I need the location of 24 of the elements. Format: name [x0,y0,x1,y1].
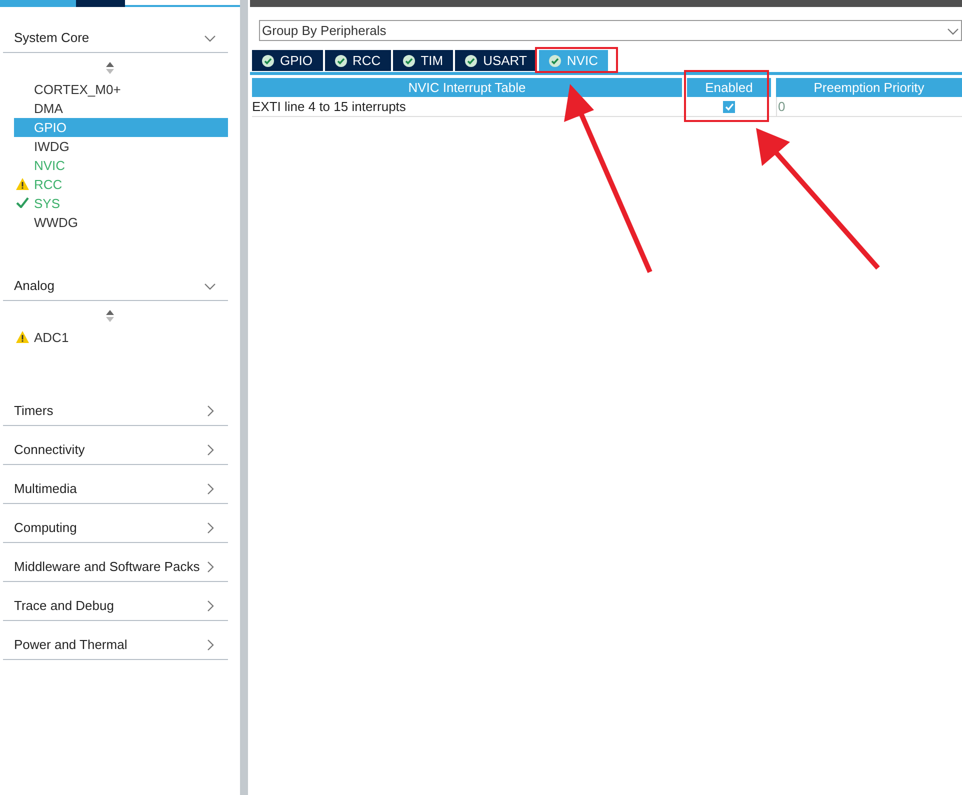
category-header[interactable]: Analog [3,262,228,301]
category-header[interactable]: Computing [3,504,228,543]
category-header[interactable]: Power and Thermal [3,621,228,660]
category-header[interactable]: Middleware and Software Packs [3,543,228,582]
category-header[interactable]: Trace and Debug [3,582,228,621]
peripheral-tab[interactable]: TIM [392,50,454,71]
column-header: Enabled [687,78,771,97]
column-header: Preemption Priority [776,78,962,97]
peripheral-item[interactable]: ADC1 [14,328,228,347]
peripheral-item[interactable]: IWDG [14,137,228,156]
category-header[interactable]: Multimedia [3,465,228,504]
peripheral-item[interactable]: CORTEX_M0+ [14,80,228,99]
column-header: NVIC Interrupt Table [252,78,682,97]
peripheral-item[interactable]: DMA [14,99,228,118]
peripheral-tab[interactable]: RCC [324,50,391,71]
peripheral-tab[interactable]: GPIO [252,50,323,71]
peripheral-tab[interactable]: USART [455,50,537,71]
category-header[interactable]: System Core [3,14,228,53]
group-by-dropdown[interactable]: Group By Peripherals [259,20,962,41]
category-header[interactable]: Connectivity [3,426,228,465]
table-cell-text: EXTI line 4 to 15 interrupts [252,98,407,116]
table-cell: 0 [776,96,962,116]
peripheral-item[interactable]: WWDG [14,213,228,232]
category-header[interactable]: Timers [3,387,228,426]
